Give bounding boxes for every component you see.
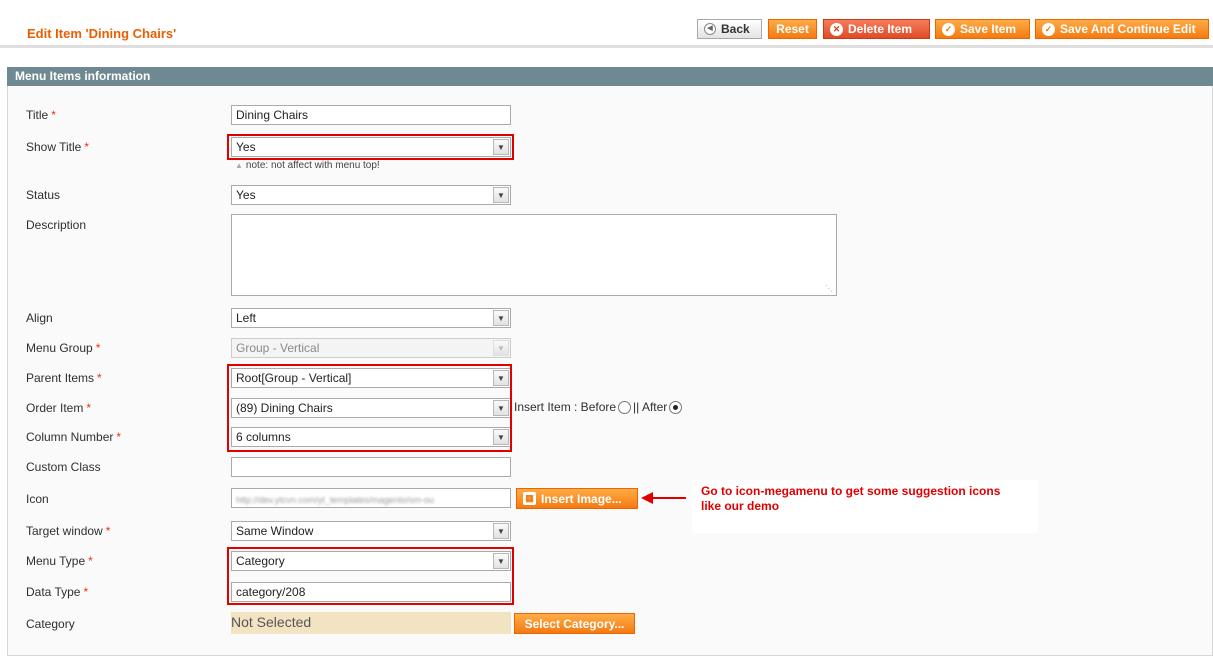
- insert-image-button[interactable]: ▦ Insert Image...: [516, 488, 638, 509]
- chevron-down-icon: ▼: [493, 187, 509, 203]
- save-item-button[interactable]: ✓ Save Item: [935, 19, 1030, 39]
- radio-before[interactable]: [618, 400, 632, 414]
- description-textarea[interactable]: ⋱: [231, 214, 837, 296]
- status-value: Yes: [236, 188, 256, 202]
- required-marker: *: [83, 585, 89, 599]
- show-title-label-text: Show Title: [26, 140, 82, 154]
- image-icon: ▦: [523, 492, 536, 505]
- menu-group-value: Group - Vertical: [236, 341, 320, 355]
- status-label: Status: [26, 188, 61, 202]
- form-panel: [7, 86, 1213, 656]
- annotation-arrow-line: [652, 497, 686, 499]
- chevron-down-icon: ▼: [493, 340, 509, 356]
- save-button-label: Save Item: [960, 22, 1017, 36]
- page-header: Edit Item 'Dining Chairs': [0, 0, 1213, 48]
- menu-group-select: Group - Vertical ▼: [231, 338, 511, 358]
- highlight-box-show-title: [227, 134, 514, 160]
- section-header: Menu Items information: [7, 67, 1213, 86]
- align-value: Left: [236, 311, 257, 325]
- status-select[interactable]: Yes ▼: [231, 185, 511, 205]
- chevron-down-icon: ▼: [493, 523, 509, 539]
- highlight-box-menu-data-type: [227, 547, 514, 605]
- show-title-note: ▲ note: not affect with menu top!: [235, 160, 380, 171]
- required-marker: *: [105, 524, 111, 538]
- show-title-note-text: note: not affect with menu top!: [245, 160, 380, 171]
- after-label: || After: [633, 400, 668, 414]
- required-marker: *: [95, 341, 101, 355]
- page-title: Edit Item 'Dining Chairs': [27, 26, 177, 41]
- highlight-box-parent-order-column: [227, 364, 512, 452]
- custom-class-label: Custom Class: [26, 460, 101, 474]
- align-select[interactable]: Left ▼: [231, 308, 511, 328]
- checkmark-icon: ✓: [942, 22, 955, 36]
- target-window-label: Target window *: [26, 524, 110, 538]
- icon-label: Icon: [26, 492, 49, 506]
- custom-class-input[interactable]: [231, 457, 511, 477]
- order-item-label: Order Item *: [26, 401, 91, 415]
- target-window-select[interactable]: Same Window ▼: [231, 521, 511, 541]
- icon-input-value: http://dev.ytcvn.com/yt_templates/magent…: [236, 495, 434, 505]
- parent-items-label-text: Parent Items: [26, 371, 95, 385]
- annotation-line-1: Go to icon-megamenu to get some suggesti…: [701, 484, 1001, 498]
- delete-icon: ✕: [830, 22, 843, 36]
- insert-image-label: Insert Image...: [541, 491, 622, 506]
- insert-item-label: Insert Item : Before: [514, 400, 617, 414]
- required-marker: *: [97, 371, 102, 385]
- description-label: Description: [26, 218, 87, 232]
- save-continue-button-label: Save And Continue Edit: [1060, 22, 1196, 36]
- chevron-down-icon: ▼: [493, 310, 509, 326]
- title-label: Title *: [26, 108, 56, 122]
- show-title-label: Show Title *: [26, 140, 89, 154]
- menu-type-label-text: Menu Type: [26, 554, 86, 568]
- required-marker: *: [88, 554, 93, 568]
- column-number-label-text: Column Number: [26, 430, 114, 444]
- delete-button-label: Delete Item: [848, 22, 913, 36]
- insert-position-options: Insert Item : Before || After: [514, 400, 683, 414]
- menu-type-label: Menu Type *: [26, 554, 93, 568]
- target-window-label-text: Target window: [26, 524, 103, 538]
- annotation-line-2: like our demo: [701, 499, 780, 513]
- radio-after[interactable]: [669, 400, 683, 414]
- triangle-up-icon: ▲: [235, 161, 243, 170]
- icon-input[interactable]: http://dev.ytcvn.com/yt_templates/magent…: [231, 488, 511, 508]
- resize-grip-icon[interactable]: ⋱: [825, 284, 833, 293]
- annotation-callout: Go to icon-megamenu to get some suggesti…: [692, 480, 1038, 533]
- required-marker: *: [116, 430, 122, 444]
- data-type-label: Data Type *: [26, 585, 88, 599]
- category-label: Category: [26, 617, 75, 631]
- delete-item-button[interactable]: ✕ Delete Item: [823, 19, 930, 39]
- select-category-label: Select Category...: [524, 616, 625, 631]
- required-marker: *: [51, 108, 56, 122]
- order-item-label-text: Order Item: [26, 401, 84, 415]
- back-button-label: Back: [721, 22, 750, 36]
- reset-button[interactable]: Reset: [768, 19, 817, 39]
- checkmark-icon: ✓: [1042, 22, 1055, 36]
- back-arrow-icon: ◀: [704, 23, 716, 35]
- align-label: Align: [26, 311, 53, 325]
- required-marker: *: [86, 401, 92, 415]
- target-window-value: Same Window: [236, 524, 314, 538]
- back-button[interactable]: ◀ Back: [697, 19, 762, 39]
- required-marker: *: [84, 140, 90, 154]
- title-input[interactable]: [231, 105, 511, 125]
- reset-button-label: Reset: [776, 22, 809, 36]
- parent-items-label: Parent Items *: [26, 371, 102, 385]
- menu-group-label-text: Menu Group: [26, 341, 93, 355]
- column-number-label: Column Number *: [26, 430, 121, 444]
- menu-group-label: Menu Group *: [26, 341, 100, 355]
- save-continue-button[interactable]: ✓ Save And Continue Edit: [1035, 19, 1209, 39]
- data-type-label-text: Data Type: [26, 585, 81, 599]
- category-value: Not Selected: [231, 612, 511, 634]
- select-category-button[interactable]: Select Category...: [514, 613, 635, 634]
- title-label-text: Title: [26, 108, 49, 122]
